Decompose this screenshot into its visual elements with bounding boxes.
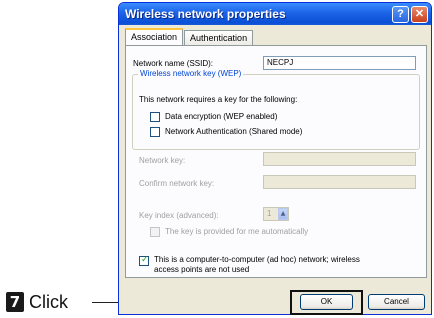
network-key-input[interactable] xyxy=(263,152,416,166)
tab-association[interactable]: Association xyxy=(125,28,184,45)
step-number-badge: 7 xyxy=(6,292,24,312)
data-encryption-label: Data encryption (WEP enabled) xyxy=(165,112,278,121)
wireless-properties-dialog: Wireless network properties ? ✕ Associat… xyxy=(118,2,432,315)
help-icon[interactable]: ? xyxy=(392,5,409,23)
checkmark-icon: ✓ xyxy=(141,255,149,265)
key-auto-checkbox[interactable] xyxy=(150,227,160,237)
step-instruction: Click xyxy=(29,291,68,312)
association-panel: Network name (SSID): NECPJ Wireless netw… xyxy=(125,45,427,278)
ssid-input[interactable]: NECPJ xyxy=(263,56,416,70)
dialog-title: Wireless network properties xyxy=(125,7,286,21)
spin-up-icon: ▲ xyxy=(280,210,286,217)
confirm-key-label: Confirm network key: xyxy=(139,179,215,188)
cancel-button[interactable]: Cancel xyxy=(368,294,425,310)
wep-group-title: Wireless network key (WEP) xyxy=(138,69,244,78)
network-key-label: Network key: xyxy=(139,156,186,165)
ok-highlight-frame xyxy=(290,290,363,315)
ssid-label: Network name (SSID): xyxy=(133,59,214,68)
tab-authentication[interactable]: Authentication xyxy=(184,30,254,45)
shared-auth-label: Network Authentication (Shared mode) xyxy=(165,127,303,136)
data-encryption-checkbox[interactable] xyxy=(150,112,160,122)
key-index-label: Key index (advanced): xyxy=(139,211,219,220)
tab-strip: Association Authentication xyxy=(125,28,254,46)
title-bar[interactable]: Wireless network properties ? ✕ xyxy=(119,3,431,25)
confirm-key-input[interactable] xyxy=(263,175,416,189)
adhoc-label-line1: This is a computer-to-computer (ad hoc) … xyxy=(154,255,360,264)
adhoc-checkbox[interactable]: ✓ xyxy=(139,255,149,266)
step-callout: 7 Click xyxy=(6,292,68,312)
key-auto-label: The key is provided for me automatically xyxy=(165,227,309,236)
wep-intro-text: This network requires a key for the foll… xyxy=(139,95,298,104)
close-icon[interactable]: ✕ xyxy=(411,5,428,23)
key-index-spinner[interactable]: ▲ xyxy=(278,208,288,220)
shared-auth-checkbox[interactable] xyxy=(150,127,160,137)
adhoc-label-line2: access points are not used xyxy=(154,265,250,274)
